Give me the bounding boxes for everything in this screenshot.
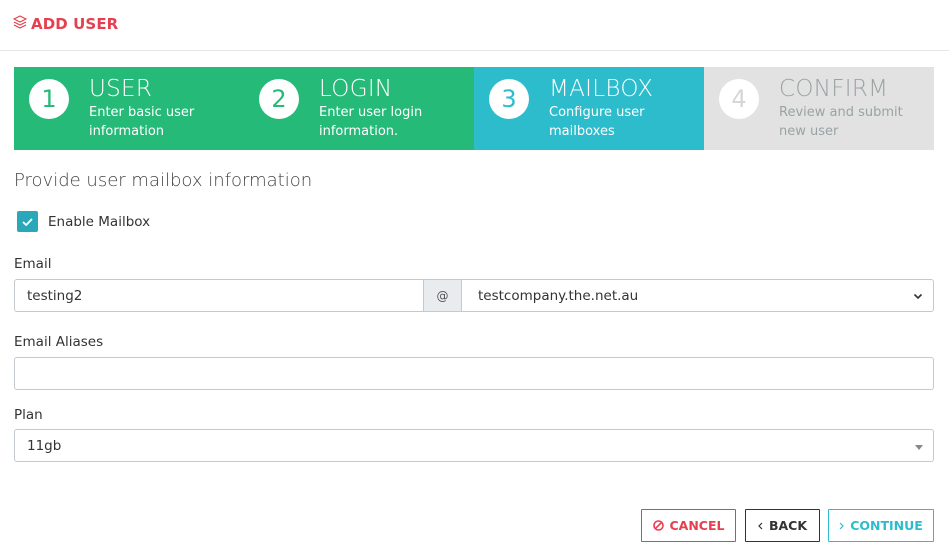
step-login[interactable]: 2 LOGIN Enter user login information. bbox=[244, 67, 474, 150]
email-domain-select[interactable]: testcompany.the.net.au bbox=[462, 279, 934, 312]
cancel-label: CANCEL bbox=[669, 518, 725, 533]
step-number: 1 bbox=[29, 79, 69, 119]
back-label: BACK bbox=[768, 518, 808, 533]
step-title: LOGIN bbox=[319, 76, 393, 102]
page-title: ADD USER bbox=[12, 15, 119, 33]
enable-mailbox-row[interactable]: Enable Mailbox bbox=[17, 211, 150, 232]
continue-label: CONTINUE bbox=[850, 518, 923, 533]
layers-icon bbox=[12, 15, 31, 33]
chevron-down-icon bbox=[913, 288, 923, 304]
email-input-group: testing2 @ testcompany.the.net.au bbox=[14, 279, 934, 312]
chevron-left-icon bbox=[758, 522, 763, 530]
chevron-right-icon bbox=[839, 522, 845, 530]
continue-button[interactable]: CONTINUE bbox=[828, 509, 934, 542]
step-number: 3 bbox=[489, 79, 529, 119]
section-title: Provide user mailbox information bbox=[14, 170, 313, 191]
step-description: Enter user login information. bbox=[319, 105, 423, 139]
step-mailbox[interactable]: 3 MAILBOX Configure user mailboxes bbox=[474, 67, 704, 150]
step-number: 4 bbox=[719, 79, 759, 119]
step-title: USER bbox=[89, 76, 153, 102]
step-title: CONFIRM bbox=[779, 76, 889, 102]
page-title-text: ADD USER bbox=[31, 15, 119, 33]
caret-down-icon bbox=[915, 438, 923, 454]
step-description: Configure user mailboxes bbox=[549, 105, 645, 139]
plan-value: 11gb bbox=[27, 437, 62, 454]
at-addon: @ bbox=[423, 279, 462, 312]
enable-mailbox-label: Enable Mailbox bbox=[48, 213, 151, 230]
step-description: Review and submit new user bbox=[779, 105, 903, 139]
back-button[interactable]: BACK bbox=[745, 509, 820, 542]
step-user[interactable]: 1 USER Enter basic user information bbox=[14, 67, 244, 150]
cancel-button[interactable]: CANCEL bbox=[641, 509, 736, 542]
step-description: Enter basic user information bbox=[89, 105, 195, 139]
email-local-part-input[interactable]: testing2 bbox=[14, 279, 423, 312]
email-domain-value: testcompany.the.net.au bbox=[478, 287, 639, 304]
plan-label: Plan bbox=[14, 407, 43, 423]
ban-icon bbox=[652, 520, 664, 531]
step-confirm: 4 CONFIRM Review and submit new user bbox=[704, 67, 934, 150]
plan-select[interactable]: 11gb bbox=[14, 429, 934, 462]
email-aliases-input[interactable] bbox=[14, 357, 934, 390]
email-aliases-label: Email Aliases bbox=[14, 334, 104, 350]
step-title: MAILBOX bbox=[549, 76, 654, 102]
enable-mailbox-checkbox[interactable] bbox=[17, 211, 38, 232]
wizard-steps: 1 USER Enter basic user information 2 LO… bbox=[14, 67, 934, 150]
email-label: Email bbox=[14, 256, 52, 272]
page-header: ADD USER bbox=[0, 0, 949, 51]
step-number: 2 bbox=[259, 79, 299, 119]
check-icon bbox=[22, 212, 33, 231]
